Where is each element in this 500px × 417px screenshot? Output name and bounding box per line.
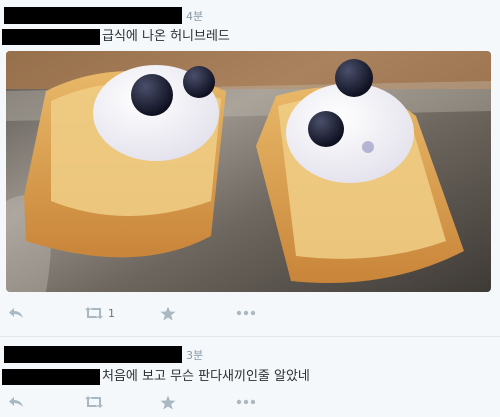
redacted-handle xyxy=(2,368,100,385)
tweet-actions xyxy=(0,392,500,412)
star-icon xyxy=(160,306,176,320)
tweet-timestamp[interactable]: 3분 xyxy=(186,347,203,363)
retweet-icon xyxy=(85,307,103,319)
favorite-button[interactable] xyxy=(160,392,176,412)
reply-icon xyxy=(9,397,23,407)
reply-button[interactable] xyxy=(8,392,24,412)
tweet-photo[interactable] xyxy=(6,51,491,292)
favorite-button[interactable] xyxy=(160,303,176,323)
tweet-text-content: 급식에 나온 허니브레드 xyxy=(102,29,230,44)
honey-bread-photo xyxy=(6,51,491,292)
tweet-timestamp[interactable]: 4분 xyxy=(186,8,203,24)
more-button[interactable] xyxy=(236,392,256,412)
retweet-button[interactable] xyxy=(84,392,104,412)
retweet-button[interactable]: 1 xyxy=(84,303,115,323)
tweet-text: 처음에 보고 무슨 판다새끼인줄 알았네 xyxy=(2,365,310,385)
more-icon xyxy=(236,310,256,316)
tweet-text: 급식에 나온 허니브레드 xyxy=(2,25,230,45)
redacted-username xyxy=(4,346,182,363)
reply-icon xyxy=(9,308,23,318)
tweet: 3분 처음에 보고 무슨 판다새끼인줄 알았네 xyxy=(0,336,500,417)
redacted-username xyxy=(4,7,182,24)
reply-button[interactable] xyxy=(8,303,24,323)
tweet: 4분 급식에 나온 허니브레드 1 xyxy=(0,0,500,335)
tweet-text-content: 처음에 보고 무슨 판다새끼인줄 알았네 xyxy=(102,369,310,384)
star-icon xyxy=(160,395,176,409)
more-button[interactable] xyxy=(236,303,256,323)
redacted-handle xyxy=(2,28,100,45)
retweet-icon xyxy=(85,396,103,408)
retweet-count: 1 xyxy=(108,306,115,320)
tweet-actions: 1 xyxy=(0,303,500,323)
more-icon xyxy=(236,399,256,405)
